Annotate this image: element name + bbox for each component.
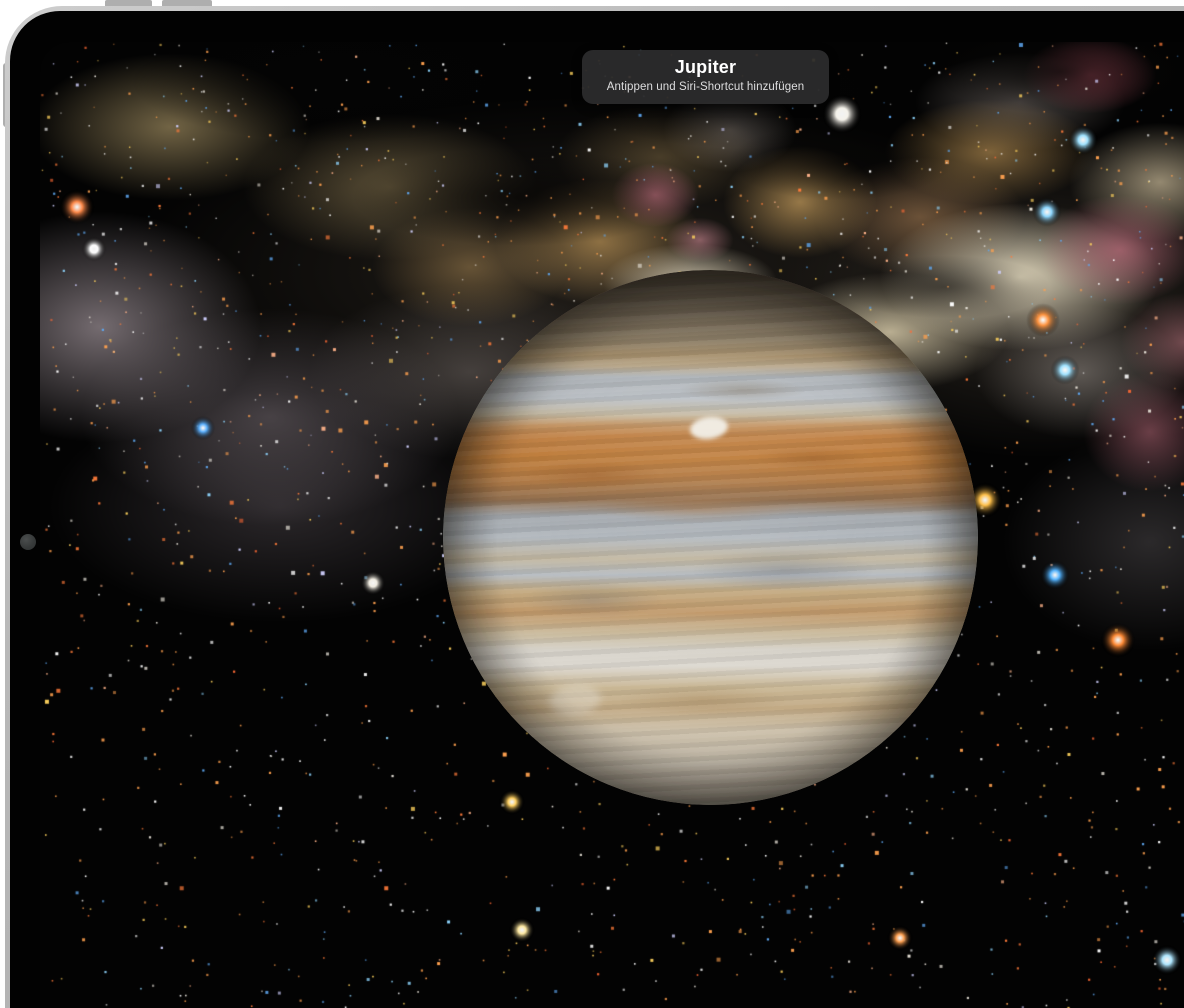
page: Jupiter Antippen und Siri-Shortcut hinzu… [0,0,1184,1008]
ipad-screen[interactable]: Jupiter Antippen und Siri-Shortcut hinzu… [40,42,1184,1008]
tooltip-subtitle: Antippen und Siri-Shortcut hinzufügen [582,81,829,93]
front-camera [20,534,36,550]
planet-tooltip[interactable]: Jupiter Antippen und Siri-Shortcut hinzu… [582,50,829,104]
tooltip-title: Jupiter [582,50,829,78]
planet-jupiter[interactable] [443,270,978,805]
planet-shading [443,270,978,805]
